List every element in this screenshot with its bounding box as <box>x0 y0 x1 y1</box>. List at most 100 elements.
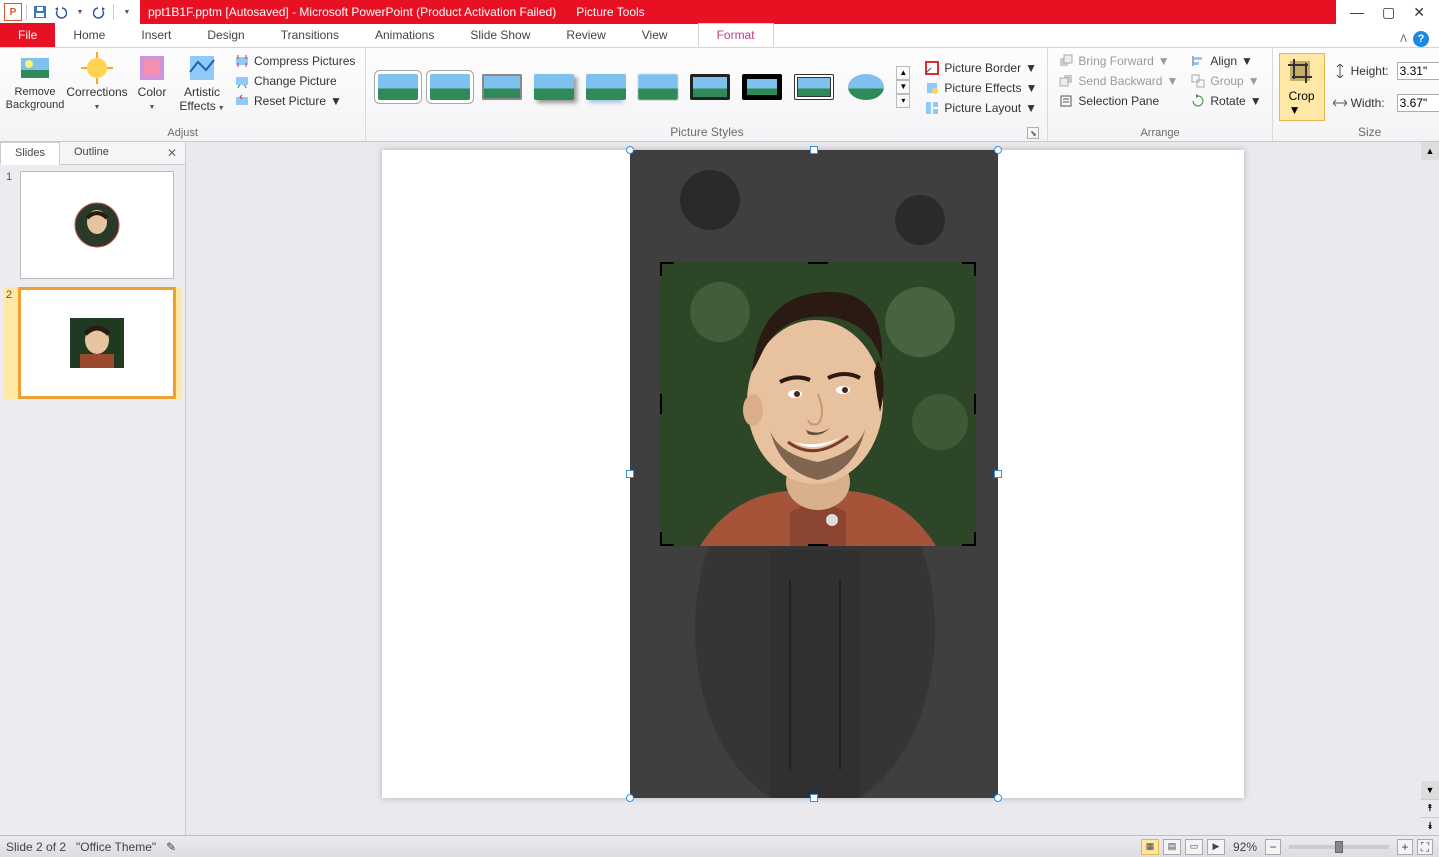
artistic-effects-button[interactable]: Artistic Effects ▼ <box>178 50 226 114</box>
tab-view[interactable]: View <box>624 23 686 47</box>
selected-picture[interactable] <box>630 150 998 798</box>
align-button[interactable]: Align ▼ <box>1186 52 1265 70</box>
prev-slide-icon[interactable]: ⯭ <box>1421 799 1439 817</box>
ribbon-minimize-icon[interactable]: ᐱ <box>1400 34 1407 45</box>
selection-handle[interactable] <box>626 470 634 478</box>
styles-dialog-launcher[interactable]: ⬊ <box>1027 127 1039 139</box>
width-icon <box>1333 96 1347 110</box>
style-reflect[interactable] <box>582 69 630 105</box>
crop-button[interactable]: Crop▼ <box>1279 53 1325 121</box>
maximize-button[interactable]: ▢ <box>1382 4 1395 21</box>
picture-layout-button[interactable]: Picture Layout ▼ <box>920 99 1041 117</box>
selection-handle[interactable] <box>994 794 1002 802</box>
save-icon[interactable] <box>31 3 49 21</box>
selection-handle[interactable] <box>626 794 634 802</box>
change-picture-button[interactable]: Change Picture <box>230 72 359 90</box>
selection-handle[interactable] <box>810 794 818 802</box>
crop-handle-bl[interactable] <box>660 532 674 546</box>
slide-canvas-area[interactable]: ▲ ▼ ⯭ ⯯ <box>186 142 1439 835</box>
ribbon-tabs: File Home Insert Design Transitions Anim… <box>0 24 1439 48</box>
send-backward-button[interactable]: Send Backward ▼ <box>1054 72 1182 90</box>
undo-dropdown-icon[interactable]: ▼ <box>71 3 89 21</box>
crop-visible-region[interactable] <box>660 262 976 546</box>
tab-format[interactable]: Format <box>698 23 774 47</box>
redo-icon[interactable] <box>91 3 109 21</box>
slideshow-view-button[interactable]: ▶ <box>1207 839 1225 855</box>
remove-background-button[interactable]: Remove Background <box>6 50 64 111</box>
file-tab[interactable]: File <box>0 23 55 47</box>
style-shadow[interactable] <box>530 69 578 105</box>
tab-transitions[interactable]: Transitions <box>263 23 357 47</box>
crop-handle-tr[interactable] <box>962 262 976 276</box>
bring-forward-button[interactable]: Bring Forward ▼ <box>1054 52 1182 70</box>
sorter-view-button[interactable]: ▤ <box>1163 839 1181 855</box>
selection-pane-button[interactable]: Selection Pane <box>1054 92 1182 110</box>
style-soft[interactable] <box>634 69 682 105</box>
rotate-button[interactable]: Rotate ▼ <box>1186 92 1265 110</box>
reset-picture-button[interactable]: Reset Picture ▼ <box>230 92 359 110</box>
spellcheck-icon[interactable]: ✎ <box>166 840 176 854</box>
style-compound[interactable] <box>790 69 838 105</box>
tab-design[interactable]: Design <box>189 23 262 47</box>
zoom-slider[interactable] <box>1289 845 1389 849</box>
style-matte[interactable] <box>426 69 474 105</box>
picture-effects-button[interactable]: Picture Effects ▼ <box>920 79 1041 97</box>
qat-customize-icon[interactable]: ▼ <box>118 3 136 21</box>
group-button[interactable]: Group ▼ <box>1186 72 1265 90</box>
picture-border-button[interactable]: Picture Border ▼ <box>920 59 1041 77</box>
crop-handle-b[interactable] <box>808 544 828 546</box>
crop-handle-tl[interactable] <box>660 262 674 276</box>
width-input[interactable] <box>1397 94 1439 112</box>
selection-handle[interactable] <box>994 470 1002 478</box>
zoom-out-button[interactable]: − <box>1265 839 1281 855</box>
panel-close-icon[interactable]: ✕ <box>159 142 185 164</box>
scroll-down-icon[interactable]: ▼ <box>1421 781 1439 799</box>
gallery-scroll[interactable]: ▲▼▾ <box>896 66 910 108</box>
style-frame[interactable] <box>478 69 526 105</box>
style-double[interactable] <box>686 69 734 105</box>
style-simple[interactable] <box>374 69 422 105</box>
help-icon[interactable]: ? <box>1413 31 1429 47</box>
undo-icon[interactable] <box>51 3 69 21</box>
selection-handle[interactable] <box>994 146 1002 154</box>
reading-view-button[interactable]: ▭ <box>1185 839 1203 855</box>
powerpoint-icon[interactable]: P <box>4 3 22 21</box>
style-oval[interactable] <box>842 69 890 105</box>
width-field: Width: ▲▼ <box>1333 93 1439 113</box>
crop-handle-l[interactable] <box>660 394 662 414</box>
crop-handle-r[interactable] <box>974 394 976 414</box>
outline-tab[interactable]: Outline <box>60 142 123 164</box>
fit-to-window-button[interactable]: ⛶ <box>1417 839 1433 855</box>
next-slide-icon[interactable]: ⯯ <box>1421 817 1439 835</box>
picture-style-gallery[interactable]: ▲▼▾ <box>372 62 912 112</box>
tab-insert[interactable]: Insert <box>123 23 189 47</box>
slide[interactable] <box>382 150 1244 798</box>
group-label-arrange: Arrange <box>1054 126 1265 141</box>
vertical-scrollbar[interactable]: ▲ ▼ ⯭ ⯯ <box>1421 142 1439 835</box>
corrections-button[interactable]: Corrections▼ <box>68 50 126 112</box>
crop-handle-br[interactable] <box>962 532 976 546</box>
selection-handle[interactable] <box>810 146 818 154</box>
height-field: Height: ▲▼ <box>1333 61 1439 81</box>
slide-thumbnail-1[interactable] <box>20 171 174 279</box>
compress-pictures-button[interactable]: Compress Pictures <box>230 52 359 70</box>
scroll-up-icon[interactable]: ▲ <box>1421 142 1439 160</box>
tab-animations[interactable]: Animations <box>357 23 452 47</box>
tab-review[interactable]: Review <box>548 23 623 47</box>
height-input[interactable] <box>1397 62 1439 80</box>
zoom-in-button[interactable]: + <box>1397 839 1413 855</box>
crop-handle-t[interactable] <box>808 262 828 264</box>
close-button[interactable]: ✕ <box>1413 4 1425 21</box>
group-label-adjust: Adjust <box>6 126 359 141</box>
selection-handle[interactable] <box>626 146 634 154</box>
zoom-level[interactable]: 92% <box>1233 840 1257 854</box>
minimize-button[interactable]: — <box>1350 4 1364 20</box>
style-thick[interactable] <box>738 69 786 105</box>
color-button[interactable]: Color▼ <box>130 50 174 112</box>
slides-tab[interactable]: Slides <box>0 142 60 165</box>
status-bar: Slide 2 of 2 "Office Theme" ✎ ▦ ▤ ▭ ▶ 92… <box>0 835 1439 857</box>
tab-slideshow[interactable]: Slide Show <box>452 23 548 47</box>
normal-view-button[interactable]: ▦ <box>1141 839 1159 855</box>
slide-thumbnail-2[interactable] <box>20 289 174 397</box>
tab-home[interactable]: Home <box>55 23 123 47</box>
